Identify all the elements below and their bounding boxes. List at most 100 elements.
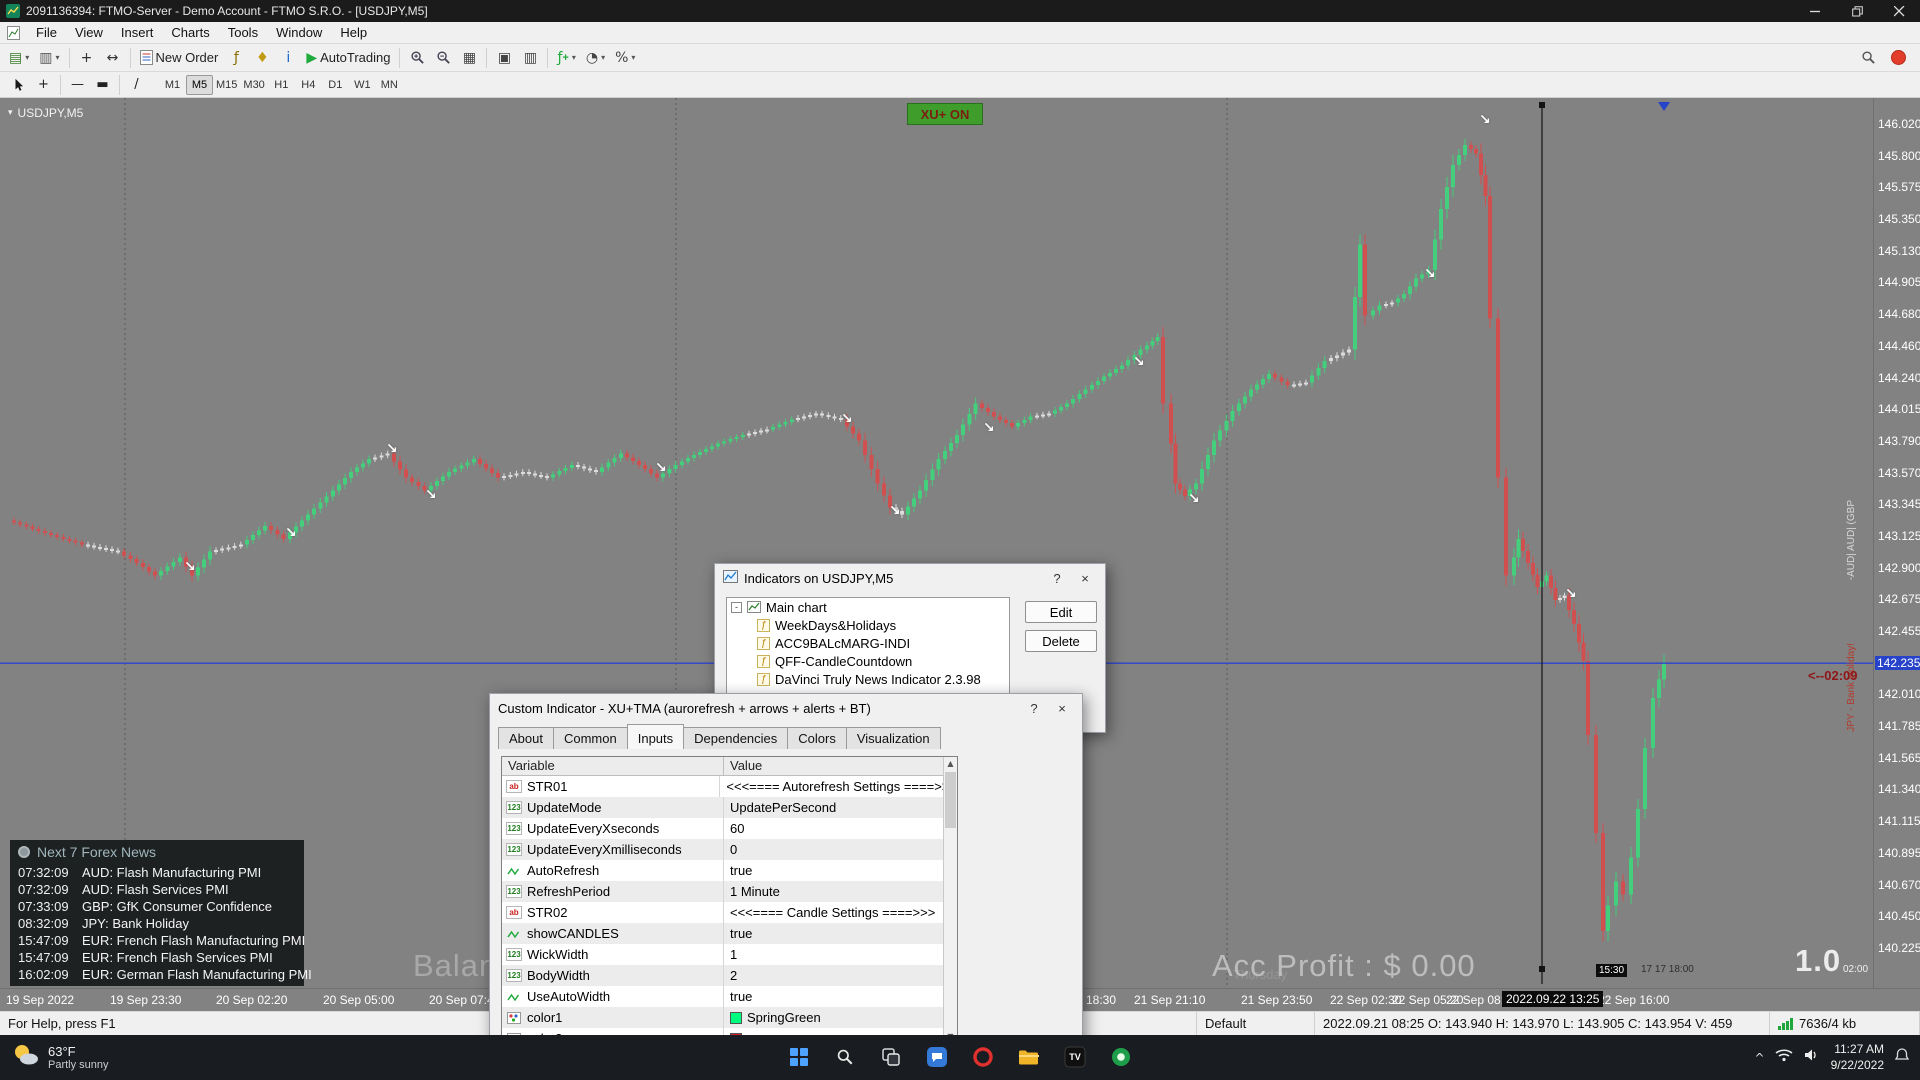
variable-value[interactable]: true [730,989,752,1004]
zoom-in-button[interactable] [404,46,430,70]
menu-window[interactable]: Window [267,23,331,42]
profiles-button[interactable]: ▥▾ [34,46,64,70]
minimize-button[interactable] [1794,0,1836,22]
tab-about[interactable]: About [498,727,554,749]
status-profile[interactable]: Default [1197,1012,1315,1035]
timeframe-w1[interactable]: W1 [349,75,376,95]
tradingview-icon[interactable]: TV [1057,1039,1093,1075]
indicator-item-davinci-truly-news-indicator-2-3-98[interactable]: ƒDaVinci Truly News Indicator 2.3.98 [727,670,1009,688]
help-button[interactable]: ? [1045,568,1069,588]
menu-view[interactable]: View [66,23,112,42]
menu-charts[interactable]: Charts [162,23,218,42]
account-icon[interactable] [1891,50,1906,65]
notification-bell-icon[interactable] [1894,1047,1910,1068]
input-row-updateeveryxmilliseconds[interactable]: 123UpdateEveryXmilliseconds0 [502,839,957,860]
close-button[interactable] [1878,0,1920,22]
input-row-str02[interactable]: abSTR02<<<==== Candle Settings ====>>> [502,902,957,923]
taskbar-clock[interactable]: 11:27 AM 9/22/2022 [1831,1042,1884,1073]
input-row-wickwidth[interactable]: 123WickWidth1 [502,944,957,965]
timeframe-h4[interactable]: H4 [295,75,322,95]
collapse-icon[interactable]: - [731,602,742,613]
chat-icon[interactable] [919,1039,955,1075]
indicator-item-qff-candlecountdown[interactable]: ƒQFF-CandleCountdown [727,652,1009,670]
cascade-windows-button[interactable]: ▥ [517,46,543,70]
variable-value[interactable]: <<<==== Candle Settings ====>>> [730,905,935,920]
menu-tools[interactable]: Tools [219,23,267,42]
timeframe-h1[interactable]: H1 [268,75,295,95]
scroll-up-icon[interactable]: ▲ [944,757,957,770]
variable-value[interactable]: 1 [730,947,737,962]
rect-tool-button[interactable]: ▬ [90,75,115,95]
explorer-icon[interactable] [1011,1039,1047,1075]
menu-help[interactable]: Help [331,23,376,42]
templates-button[interactable]: %▾ [610,46,640,70]
alerts-button[interactable]: ♦ [249,46,275,70]
price-scale[interactable]: 146.020145.800145.575145.350145.130144.9… [1874,98,1920,988]
indicators-dialog-titlebar[interactable]: Indicators on USDJPY,M5 ? × [715,564,1105,592]
speaker-icon[interactable] [1803,1048,1821,1067]
variable-value[interactable]: 1 Minute [730,884,780,899]
chart-window-icon[interactable] [7,26,20,40]
new-chart-button[interactable]: ▤▾ [4,46,34,70]
tab-dependencies[interactable]: Dependencies [683,727,788,749]
input-row-color1[interactable]: color1SpringGreen [502,1007,957,1028]
input-row-updatemode[interactable]: 123UpdateModeUpdatePerSecond [502,797,957,818]
timeframe-m30[interactable]: M30 [240,75,267,95]
variable-value[interactable]: 2 [730,968,737,983]
expert-advisors-button[interactable]: ƒ [223,46,249,70]
search-icon[interactable] [827,1039,863,1075]
start-icon[interactable] [781,1039,817,1075]
input-row-useautowidth[interactable]: UseAutoWidthtrue [502,986,957,1007]
timeframe-mn[interactable]: MN [376,75,403,95]
add-indicator-button[interactable]: ƒ+▾ [552,46,580,70]
delete-button[interactable]: Delete [1025,630,1097,652]
close-icon[interactable]: × [1050,698,1074,718]
tab-colors[interactable]: Colors [787,727,847,749]
weather-widget[interactable]: 63°F Partly sunny [10,1041,109,1074]
new-order-button[interactable]: New Order [135,46,224,70]
menu-file[interactable]: File [27,23,66,42]
xu-on-badge[interactable]: XU+ ON [907,103,983,125]
indicator-item-acc9balcmarg-indi[interactable]: ƒACC9BALcMARG-INDI [727,634,1009,652]
pan-tool-button[interactable]: ↔ [100,46,126,70]
input-row-str01[interactable]: abSTR01<<<==== Autorefresh Settings ====… [502,776,957,797]
indicator-item-weekdays-holidays[interactable]: ƒWeekDays&Holidays [727,616,1009,634]
tab-visualization[interactable]: Visualization [846,727,941,749]
edit-button[interactable]: Edit [1025,601,1097,623]
wifi-icon[interactable] [1775,1048,1793,1067]
autotrading-button[interactable]: ▶AutoTrading [301,46,395,70]
chart-symbol-label[interactable]: ▾ USDJPY,M5 [8,106,83,120]
tab-inputs[interactable]: Inputs [627,724,684,749]
tray-chevron-icon[interactable]: ^ [1755,1051,1765,1065]
input-row-autorefresh[interactable]: AutoRefreshtrue [502,860,957,881]
zoom-out-button[interactable] [430,46,456,70]
crosshair-tool-button[interactable]: + [31,75,56,95]
browser-green-icon[interactable] [1103,1039,1139,1075]
menu-insert[interactable]: Insert [112,23,163,42]
title-bar[interactable]: 2091136394: FTMO-Server - Demo Account -… [0,0,1920,22]
custom-dialog-titlebar[interactable]: Custom Indicator - XU+TMA (aurorefresh +… [490,694,1082,722]
timeframe-d1[interactable]: D1 [322,75,349,95]
input-row-refreshperiod[interactable]: 123RefreshPeriod1 Minute [502,881,957,902]
scrollbar[interactable]: ▲ ▼ [943,757,957,1043]
tree-item-main-chart[interactable]: -Main chart [727,598,1009,616]
cross-tool-button[interactable]: + [74,46,100,70]
variable-value[interactable]: true [730,863,752,878]
help-button[interactable]: ? [1022,698,1046,718]
input-row-bodywidth[interactable]: 123BodyWidth2 [502,965,957,986]
tab-common[interactable]: Common [553,727,628,749]
hline-tool-button[interactable]: — [65,75,90,95]
periods-button[interactable]: ◔▾ [581,46,610,70]
timeframe-m1[interactable]: M1 [159,75,186,95]
market-info-button[interactable]: i [275,46,301,70]
variable-value[interactable]: 60 [730,821,744,836]
input-row-showcandles[interactable]: showCANDLEStrue [502,923,957,944]
timeframe-m5[interactable]: M5 [186,75,213,95]
variable-value[interactable]: 0 [730,842,737,857]
variable-value[interactable]: true [730,926,752,941]
variable-value[interactable]: UpdatePerSecond [730,800,836,815]
variable-value[interactable]: SpringGreen [747,1010,821,1025]
variable-value[interactable]: <<<==== Autorefresh Settings ====>>> [726,779,957,794]
cursor-tool-button[interactable] [6,75,31,95]
scrollbar-thumb[interactable] [945,772,956,828]
